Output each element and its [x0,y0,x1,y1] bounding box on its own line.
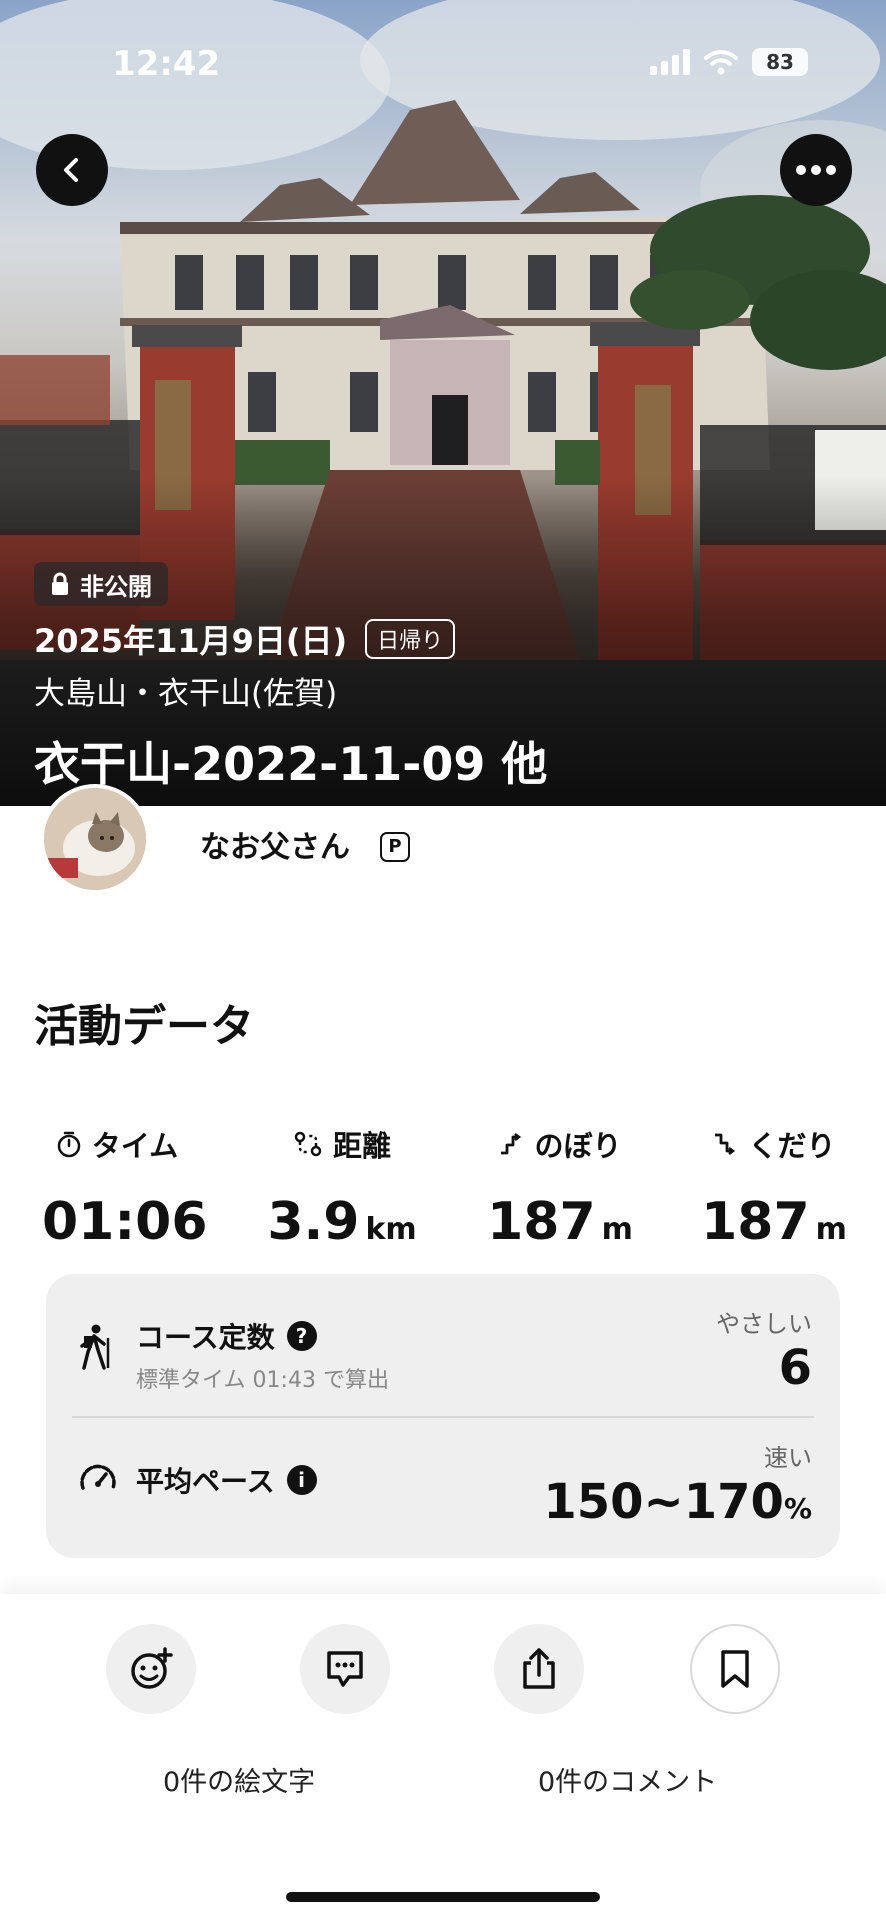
bookmark-icon [721,1650,749,1688]
stat-ascent-number: 187 [487,1192,596,1252]
stat-time-label: タイム [42,1124,192,1164]
comment-count[interactable]: 0件のコメント [538,1760,717,1799]
status-time: 12:42 [112,44,221,84]
stat-distance-unit: km [365,1212,417,1247]
avatar[interactable] [40,784,150,894]
stat-time: タイム 01:06 [42,1124,208,1252]
stat-descent-value: 187 m [694,1192,854,1252]
course-constant-title: コース定数 ? [136,1316,317,1356]
stopwatch-icon [57,1131,81,1158]
stat-time-value: 01:06 [42,1192,208,1252]
stat-time-text: タイム [91,1129,179,1163]
stat-time-number: 01:06 [42,1192,208,1252]
stat-descent-unit: m [815,1212,847,1247]
section-title: 活動データ [34,1001,254,1052]
course-constant-label: コース定数 [136,1321,275,1354]
hiker-icon [80,1324,110,1370]
stat-distance-label: 距離 [262,1124,422,1164]
stat-ascent: のぼり 187 m [480,1124,640,1252]
average-pace-unit: % [783,1492,812,1525]
average-pace-value: 150~170% [543,1474,812,1530]
trip-type-badge: 日帰り [365,619,456,659]
stat-distance-value: 3.9 km [262,1192,422,1252]
average-pace-number: 150~170 [543,1474,784,1530]
more-button[interactable] [780,134,852,206]
info-icon[interactable]: i [286,1465,317,1495]
chevron-left-icon [64,158,78,182]
stat-distance-number: 3.9 [267,1192,360,1252]
lock-icon [52,572,68,595]
stat-ascent-text: のぼり [534,1129,622,1163]
stat-descent-number: 187 [701,1192,810,1252]
emoji-add-icon [131,1647,173,1689]
average-pace-label: 平均ペース [136,1465,275,1498]
stat-distance: 距離 3.9 km [262,1124,422,1252]
premium-badge-icon: P [380,832,410,862]
stat-ascent-unit: m [601,1212,633,1247]
add-emoji-button[interactable] [106,1624,196,1714]
share-button[interactable] [494,1624,584,1714]
more-dots-icon [796,165,836,175]
stat-descent-text: くだり [748,1129,836,1163]
bottom-action-bar: 0件の絵文字 0件のコメント [0,1594,886,1920]
stat-ascent-value: 187 m [480,1192,640,1252]
descent-icon [715,1133,736,1155]
stat-ascent-label: のぼり [480,1124,640,1164]
activity-date: 2025年11月9日(日) [34,622,348,660]
home-indicator [286,1892,600,1902]
route-icon [294,1131,322,1157]
user-name[interactable]: なお父さん [200,822,350,866]
share-icon [523,1648,555,1689]
course-constant-value: 6 [778,1340,812,1396]
average-pace-rating: 速い [764,1444,812,1472]
status-icons: 83 [650,48,808,76]
ascent-icon [501,1133,522,1155]
emoji-count[interactable]: 0件の絵文字 [163,1760,315,1799]
back-button[interactable] [36,134,108,206]
wifi-icon [704,50,738,75]
comment-button[interactable] [300,1624,390,1714]
stat-descent-label: くだり [694,1124,854,1164]
cat-avatar-image [44,788,146,890]
signal-icon [650,49,690,75]
privacy-badge: 非公開 [34,562,168,606]
course-constant-subtext: 標準タイム 01:43 で算出 [136,1368,389,1393]
average-pace-title: 平均ペース i [136,1460,317,1500]
course-constant-rating: やさしい [716,1310,812,1338]
speedometer-icon [80,1464,116,1490]
date-row: 2025年11月9日(日) 日帰り [34,616,456,662]
metrics-card: コース定数 ? 標準タイム 01:43 で算出 やさしい 6 平均ペース i 速… [46,1274,840,1558]
help-icon[interactable]: ? [286,1321,317,1351]
bookmark-button[interactable] [690,1624,780,1714]
mountain-names[interactable]: 大島山・衣干山(佐賀) [34,668,337,713]
battery-icon: 83 [752,48,808,76]
stat-descent: くだり 187 m [694,1124,854,1252]
comment-icon [327,1651,363,1687]
stat-distance-text: 距離 [332,1129,391,1163]
card-divider [72,1416,814,1418]
privacy-label: 非公開 [80,572,152,601]
activity-title: 衣干山-2022-11-09 他 [34,737,548,791]
